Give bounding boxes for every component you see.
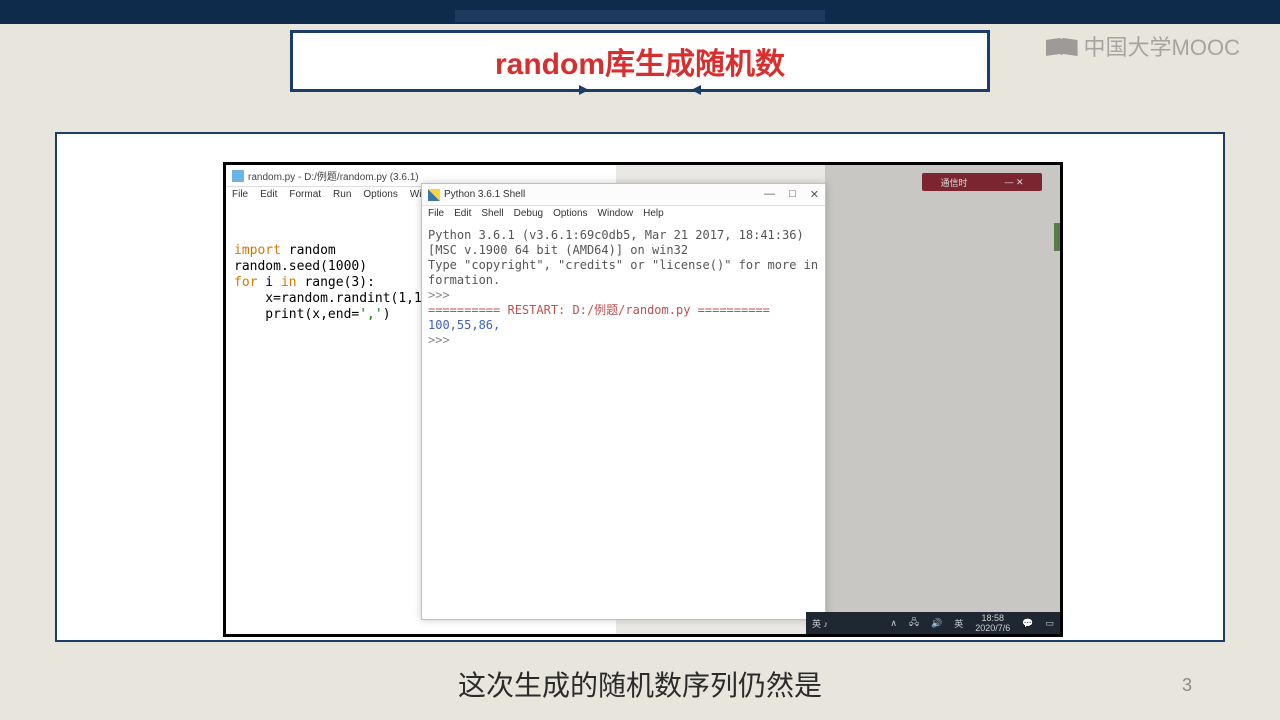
shell-menu-bar[interactable]: File Edit Shell Debug Options Window Hel… [422, 206, 825, 224]
content-frame: 通信时— ✕ random.py - D:/例题/random.py (3.6.… [55, 132, 1225, 642]
taskbar-clock[interactable]: 18:582020/7/6 [975, 613, 1010, 633]
title-arrow-right-icon [697, 89, 987, 92]
menu-run[interactable]: Run [333, 189, 351, 203]
string-literal: ',' [359, 307, 382, 322]
kw-import: import [234, 243, 281, 258]
program-output: 100,55,86, [428, 318, 500, 332]
shell-menu-shell[interactable]: Shell [481, 208, 503, 222]
shell-output[interactable]: Python 3.6.1 (v3.6.1:69c0db5, Mar 21 201… [422, 224, 825, 619]
top-navy-bar [0, 0, 1280, 24]
shell-prompt: >>> [428, 288, 450, 302]
watermark-text: 中国大学MOOC [1084, 30, 1240, 62]
tray-up-icon[interactable]: ∧ [890, 618, 897, 629]
python-banner: Python 3.6.1 (v3.6.1:69c0db5, Mar 21 201… [428, 228, 818, 287]
kw-for: for [234, 275, 257, 290]
python-icon [428, 189, 440, 201]
shell-prompt-2: >>> [428, 333, 450, 347]
shell-menu-options[interactable]: Options [553, 208, 587, 222]
slide-title-box: random库生成随机数 [290, 30, 990, 92]
minimize-icon[interactable]: — [764, 188, 775, 201]
document-icon [232, 170, 244, 182]
desktop-screenshot: 通信时— ✕ random.py - D:/例题/random.py (3.6.… [223, 162, 1063, 637]
desktop-right-panel: 通信时— ✕ [825, 165, 1060, 634]
taskbar-lang[interactable]: 英 ♪ [812, 617, 828, 630]
book-icon [1046, 36, 1078, 56]
mooc-watermark: 中国大学MOOC [1046, 30, 1240, 62]
shell-title-bar: Python 3.6.1 Shell — □ ✕ [422, 184, 825, 206]
scrollbar-thumb [1054, 223, 1060, 251]
tray-lang[interactable]: 英 [954, 617, 963, 630]
restart-line: ========== RESTART: D:/例题/random.py ====… [428, 303, 770, 317]
slide-title: random库生成随机数 [495, 39, 785, 83]
menu-edit[interactable]: Edit [260, 189, 277, 203]
page-number: 3 [1182, 675, 1192, 696]
close-icon[interactable]: ✕ [810, 188, 819, 201]
video-subtitle: 这次生成的随机数序列仍然是 [458, 664, 822, 704]
shell-menu-window[interactable]: Window [598, 208, 634, 222]
shell-menu-help[interactable]: Help [643, 208, 664, 222]
shell-window-title: Python 3.6.1 Shell [444, 189, 525, 200]
kw-in: in [281, 275, 297, 290]
tray-sound-icon[interactable]: 🔊 [931, 618, 942, 629]
title-arrow-left-icon [293, 89, 583, 92]
shell-menu-file[interactable]: File [428, 208, 444, 222]
python-shell-window: Python 3.6.1 Shell — □ ✕ File Edit Shell… [421, 183, 826, 620]
top-bar-accent [455, 10, 825, 22]
windows-taskbar[interactable]: 英 ♪ ∧ 🖧 🔊 英 18:582020/7/6 💬 ▭ [806, 612, 1060, 634]
idle-window-title: random.py - D:/例题/random.py (3.6.1) [248, 168, 419, 183]
menu-options[interactable]: Options [363, 189, 397, 203]
menu-format[interactable]: Format [289, 189, 321, 203]
tray-action-icon[interactable]: ▭ [1045, 618, 1054, 629]
window-controls: — □ ✕ [764, 188, 819, 201]
tray-notification-icon[interactable]: 💬 [1022, 618, 1033, 629]
maximize-icon[interactable]: □ [789, 188, 796, 201]
tray-network-icon[interactable]: 🖧 [909, 615, 919, 631]
menu-file[interactable]: File [232, 189, 248, 203]
shell-menu-edit[interactable]: Edit [454, 208, 471, 222]
notification-widget: 通信时— ✕ [922, 173, 1042, 191]
shell-menu-debug[interactable]: Debug [514, 208, 543, 222]
